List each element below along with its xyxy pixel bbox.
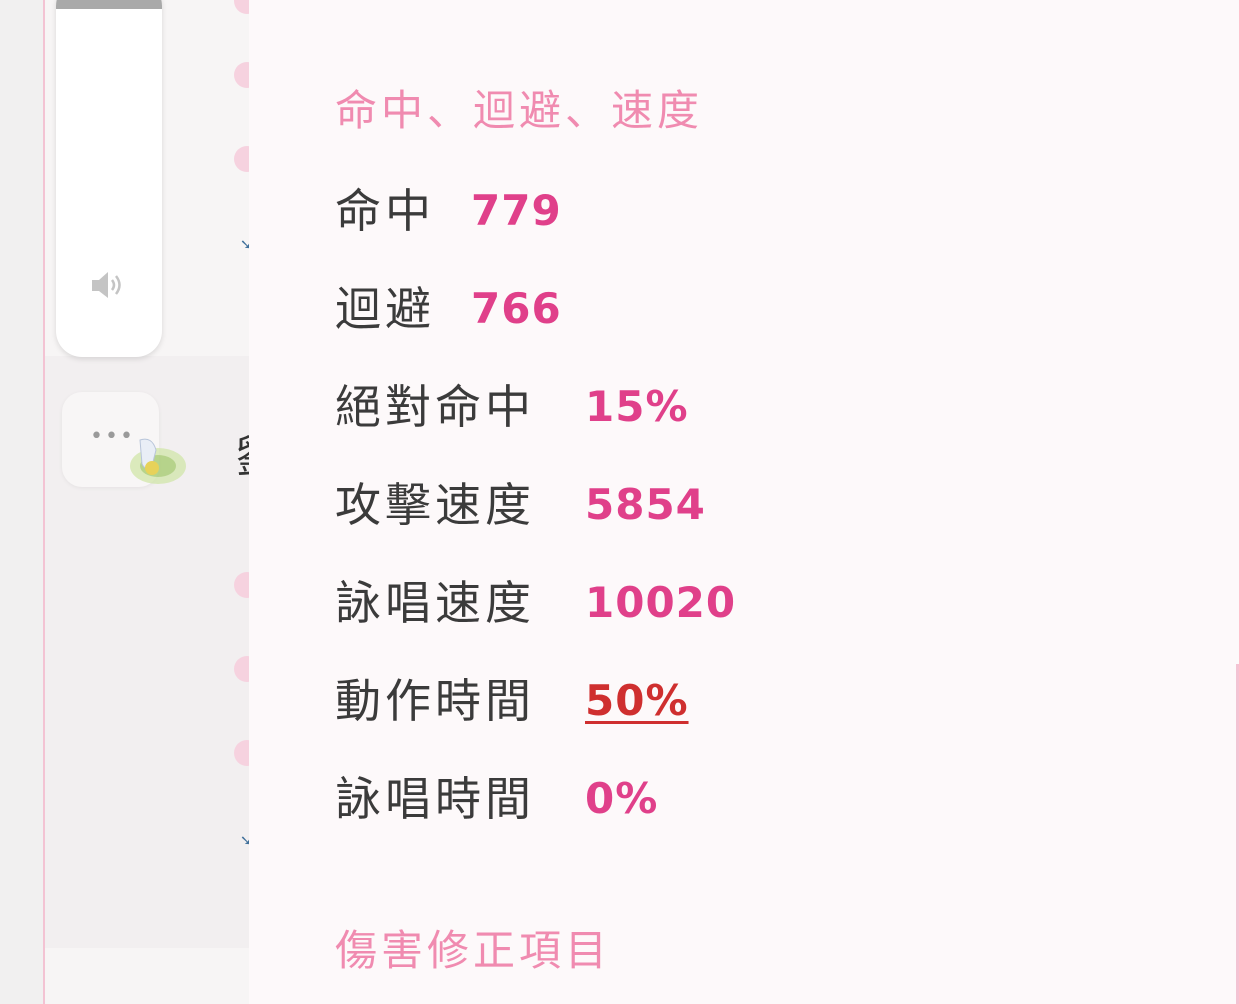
wizard-character-icon	[122, 432, 188, 492]
stat-value-link[interactable]: 50%	[585, 673, 689, 729]
stat-label: 動作時間	[335, 674, 535, 728]
stat-label: 絕對命中	[335, 380, 535, 434]
stat-value: 15%	[585, 382, 689, 431]
screen: ➘ ➘ 劉 ••• 命中、迴避、速度 命中 779	[0, 0, 1239, 1004]
stat-value: 0%	[585, 774, 659, 823]
volume-slider-fill	[56, 0, 162, 9]
volume-slider[interactable]	[56, 0, 162, 357]
stat-label: 詠唱速度	[335, 576, 535, 630]
stat-value: 10020	[585, 578, 737, 627]
stat-value: 766	[471, 284, 562, 333]
stat-label: 命中	[335, 184, 435, 238]
stat-label: 攻擊速度	[335, 478, 535, 532]
section-title-hit-evasion-speed: 命中、迴避、速度	[335, 86, 704, 135]
stat-value: 5854	[585, 480, 706, 529]
stats-panel: 命中、迴避、速度 命中 779 迴避 766 絕對命中 15% 攻擊速度 585…	[249, 0, 1239, 1004]
stat-label: 迴避	[335, 282, 435, 336]
section-title-damage-modifiers: 傷害修正項目	[335, 926, 612, 975]
volume-icon[interactable]	[91, 270, 131, 300]
stat-label: 詠唱時間	[335, 772, 535, 826]
stat-value: 779	[471, 186, 562, 235]
background-partial-text: 劉	[236, 432, 249, 484]
